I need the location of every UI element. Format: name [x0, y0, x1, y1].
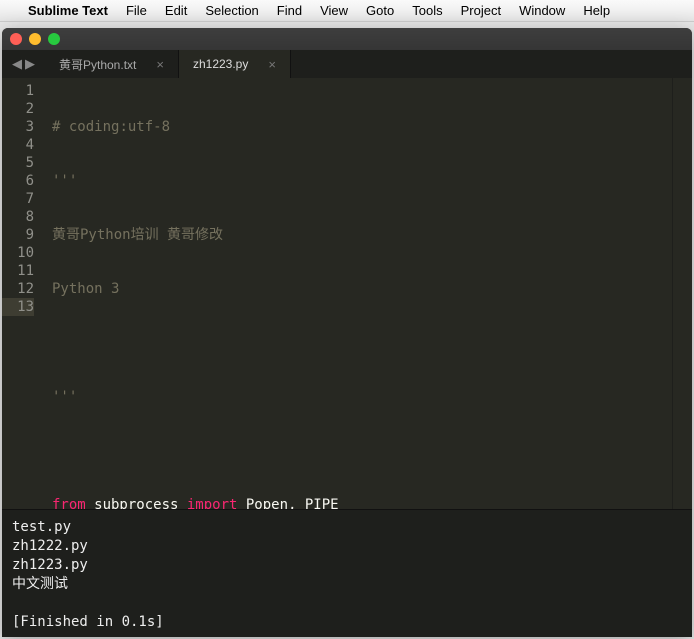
- code-text: Python 3: [52, 281, 119, 297]
- editor-window: ◀ ▶ 黄哥Python.txt × zh1223.py × 1 2 3 4 5…: [2, 28, 692, 637]
- line-number-gutter: 1 2 3 4 5 6 7 8 9 10 11 12 13: [2, 78, 44, 509]
- close-tab-icon[interactable]: ×: [156, 57, 164, 72]
- code-text: from: [52, 497, 86, 509]
- menu-goto[interactable]: Goto: [366, 3, 394, 18]
- code-editor[interactable]: 1 2 3 4 5 6 7 8 9 10 11 12 13 # coding:u…: [2, 78, 692, 509]
- console-line: zh1222.py: [12, 538, 88, 554]
- macos-menubar: Sublime Text File Edit Selection Find Vi…: [0, 0, 694, 22]
- code-text: ''': [52, 389, 77, 405]
- line-number: 4: [2, 136, 34, 154]
- zoom-window-button[interactable]: [48, 33, 60, 45]
- code-text: import: [187, 497, 238, 509]
- app-menu[interactable]: Sublime Text: [28, 3, 108, 18]
- menu-view[interactable]: View: [320, 3, 348, 18]
- tab-file-1[interactable]: 黄哥Python.txt ×: [45, 50, 179, 78]
- menu-edit[interactable]: Edit: [165, 3, 187, 18]
- console-line: zh1223.py: [12, 557, 88, 573]
- code-text: ''': [52, 173, 77, 189]
- line-number: 8: [2, 208, 34, 226]
- menu-find[interactable]: Find: [277, 3, 302, 18]
- menu-tools[interactable]: Tools: [412, 3, 442, 18]
- line-number: 1: [2, 82, 34, 100]
- menu-window[interactable]: Window: [519, 3, 565, 18]
- line-number: 9: [2, 226, 34, 244]
- code-text: coding:utf-8: [60, 119, 170, 135]
- line-number: 11: [2, 262, 34, 280]
- line-number: 13: [2, 298, 34, 316]
- console-line: test.py: [12, 519, 71, 535]
- line-number: 6: [2, 172, 34, 190]
- tab-nav-arrows[interactable]: ◀ ▶: [2, 50, 45, 78]
- build-output-panel[interactable]: test.py zh1222.py zh1223.py 中文测试 [Finish…: [2, 509, 692, 637]
- line-number: 10: [2, 244, 34, 262]
- code-area[interactable]: # coding:utf-8 ''' 黄哥Python培训 黄哥修改 Pytho…: [44, 78, 672, 509]
- line-number: 2: [2, 100, 34, 118]
- console-line: 中文测试: [12, 576, 68, 592]
- code-text: subprocess: [86, 497, 187, 509]
- menu-help[interactable]: Help: [583, 3, 610, 18]
- line-number: 12: [2, 280, 34, 298]
- line-number: 5: [2, 154, 34, 172]
- window-titlebar[interactable]: [2, 28, 692, 50]
- nav-forward-icon[interactable]: ▶: [25, 56, 35, 72]
- menu-selection[interactable]: Selection: [205, 3, 258, 18]
- minimap[interactable]: [672, 78, 692, 509]
- tab-label: zh1223.py: [193, 57, 248, 71]
- tab-file-2[interactable]: zh1223.py ×: [179, 50, 291, 78]
- tab-label: 黄哥Python.txt: [59, 56, 136, 73]
- code-text: 黄哥Python培训 黄哥修改: [52, 227, 223, 243]
- close-tab-icon[interactable]: ×: [268, 57, 276, 72]
- close-window-button[interactable]: [10, 33, 22, 45]
- console-line: [Finished in 0.1s]: [12, 614, 164, 630]
- menu-project[interactable]: Project: [461, 3, 501, 18]
- minimize-window-button[interactable]: [29, 33, 41, 45]
- line-number: 7: [2, 190, 34, 208]
- code-text: Popen, PIPE: [237, 497, 338, 509]
- tab-bar: ◀ ▶ 黄哥Python.txt × zh1223.py ×: [2, 50, 692, 78]
- nav-back-icon[interactable]: ◀: [12, 56, 22, 72]
- line-number: 3: [2, 118, 34, 136]
- menu-file[interactable]: File: [126, 3, 147, 18]
